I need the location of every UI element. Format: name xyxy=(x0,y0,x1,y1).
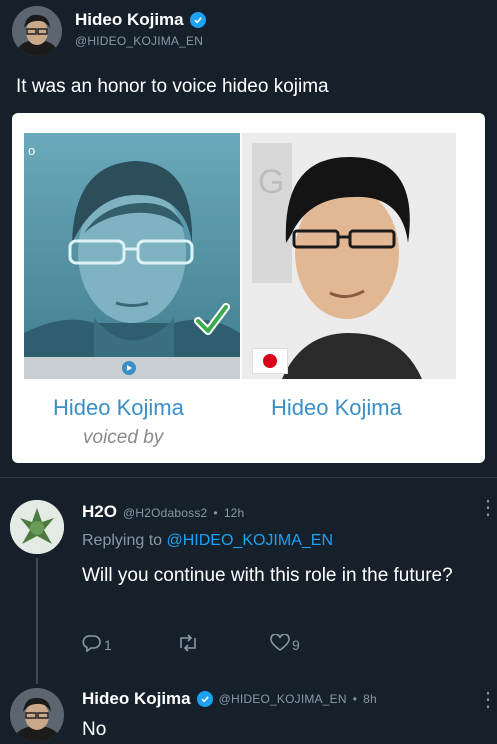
left-caption: Hideo Kojima xyxy=(53,395,184,420)
game-character-image[interactable]: o xyxy=(24,133,240,379)
like-action[interactable]: 9 xyxy=(270,633,300,655)
retweet-action[interactable] xyxy=(176,634,200,655)
replying-to-label: Replying to xyxy=(82,532,163,549)
replying-to-handle[interactable]: @HIDEO_KOJIMA_EN xyxy=(167,532,334,549)
japan-flag-icon xyxy=(252,348,288,374)
response-author-avatar[interactable] xyxy=(10,688,64,742)
response-author-handle[interactable]: @HIDEO_KOJIMA_EN xyxy=(219,692,347,706)
reply-author-avatar[interactable] xyxy=(10,500,64,554)
svg-text:G: G xyxy=(258,163,284,201)
reply-text: Will you continue with this role in the … xyxy=(82,565,453,586)
verified-badge-icon xyxy=(189,12,206,28)
response-text: No xyxy=(82,719,107,740)
response-author-name[interactable]: Hideo Kojima xyxy=(82,689,191,709)
author-handle[interactable]: @HIDEO_KOJIMA_EN xyxy=(75,34,203,48)
more-options-icon[interactable]: ⋮ xyxy=(478,498,497,518)
checkmark-icon xyxy=(192,301,232,341)
tweet-text: It was an honor to voice hideo kojima xyxy=(16,76,329,97)
like-count: 9 xyxy=(292,636,300,653)
response-timestamp[interactable]: 8h xyxy=(363,692,377,706)
voiced-by-caption: voiced by xyxy=(83,427,164,448)
reply-author-handle[interactable]: @H2Odaboss2 xyxy=(123,506,207,520)
reply-count: 1 xyxy=(104,636,112,653)
thread-line xyxy=(36,558,38,684)
right-caption: Hideo Kojima xyxy=(271,395,402,420)
reply-timestamp[interactable]: 12h xyxy=(224,506,245,520)
reply-author-name[interactable]: H2O xyxy=(82,502,117,522)
media-card[interactable]: o G Hideo Kojima voiced by Hideo Kojima xyxy=(12,113,485,463)
dot-separator: • xyxy=(213,506,218,520)
retweet-icon xyxy=(176,634,200,655)
photo-image[interactable]: G xyxy=(242,133,456,379)
more-options-icon[interactable]: ⋮ xyxy=(478,690,497,710)
corner-mark: o xyxy=(28,143,36,158)
heart-icon xyxy=(270,633,290,655)
play-icon[interactable] xyxy=(122,361,136,375)
divider xyxy=(0,477,497,478)
author-name[interactable]: Hideo Kojima xyxy=(75,10,184,30)
reply-icon xyxy=(82,634,102,655)
verified-badge-icon xyxy=(196,691,213,707)
dot-separator: • xyxy=(352,692,358,706)
author-avatar[interactable] xyxy=(12,6,62,56)
reply-action[interactable]: 1 xyxy=(82,634,112,655)
